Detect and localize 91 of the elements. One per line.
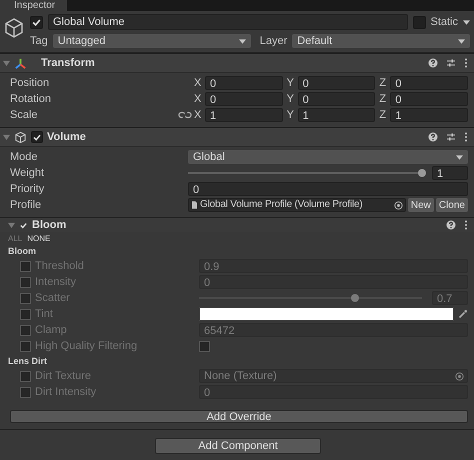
mode-dropdown[interactable]: Global xyxy=(188,150,468,164)
number-field[interactable]: 1 xyxy=(390,108,468,122)
help-icon[interactable] xyxy=(428,132,438,142)
eyedropper-icon[interactable] xyxy=(458,309,468,319)
layer-dropdown[interactable]: Default xyxy=(292,34,470,48)
foldout-icon[interactable] xyxy=(8,222,15,228)
number-field[interactable]: 1 xyxy=(432,166,468,180)
static-checkbox[interactable] xyxy=(413,16,426,28)
number-field[interactable]: 0 xyxy=(205,76,283,90)
property-label: Scale xyxy=(10,109,39,121)
property-label: Clamp xyxy=(35,324,68,336)
property-label: High Quality Filtering xyxy=(35,340,138,352)
property-label: Dirt Texture xyxy=(35,370,92,382)
tag-label: Tag xyxy=(30,35,48,47)
number-field[interactable]: 1 xyxy=(205,108,283,122)
enabled-checkbox[interactable] xyxy=(31,131,43,143)
inspector-tab[interactable]: Inspector xyxy=(0,0,68,11)
axis-label: X xyxy=(194,93,202,105)
axis-label: Z xyxy=(379,109,388,121)
tag-dropdown[interactable]: Untagged xyxy=(52,34,251,48)
add-component-button[interactable]: Add Component xyxy=(155,438,321,454)
preset-icon[interactable] xyxy=(446,58,456,68)
property-label: Mode xyxy=(10,151,39,163)
cube-icon xyxy=(14,130,27,144)
volume-header[interactable]: Volume xyxy=(0,127,474,147)
profile-button[interactable]: New xyxy=(408,198,434,212)
static-label: Static xyxy=(430,16,458,28)
number-field[interactable]: 0 xyxy=(390,76,468,90)
add-override-button[interactable]: Add Override xyxy=(10,410,468,423)
property-label: Priority xyxy=(10,183,46,195)
axis-label: Z xyxy=(379,93,388,105)
override-checkbox[interactable] xyxy=(20,370,31,382)
property-label: Scatter xyxy=(35,292,71,304)
override-checkbox[interactable] xyxy=(20,324,31,336)
caret-icon xyxy=(456,154,463,160)
menu-icon[interactable] xyxy=(464,58,468,68)
foldout-icon[interactable] xyxy=(3,134,10,140)
object-field[interactable]: Global Volume Profile (Volume Profile) xyxy=(188,198,406,212)
property-label: Intensity xyxy=(35,276,77,288)
menu-icon[interactable] xyxy=(464,220,468,230)
override-checkbox[interactable] xyxy=(20,386,31,398)
transform-header[interactable]: Transform xyxy=(0,53,474,73)
property-label: Position xyxy=(10,77,50,89)
none-link[interactable]: NONE xyxy=(27,234,50,242)
slider[interactable] xyxy=(199,292,422,304)
checkbox[interactable] xyxy=(199,340,210,352)
caret-icon[interactable] xyxy=(463,20,470,24)
file-icon xyxy=(192,201,197,209)
property-label: Rotation xyxy=(10,93,52,105)
axes-icon xyxy=(14,56,27,70)
active-checkbox[interactable] xyxy=(30,16,43,28)
caret-icon xyxy=(458,38,465,44)
enabled-checkbox[interactable] xyxy=(19,220,28,230)
property-label: Tint xyxy=(35,308,54,320)
number-field[interactable]: 0 xyxy=(205,92,283,106)
property-label: Weight xyxy=(10,167,46,179)
name-field[interactable]: Global Volume xyxy=(48,14,408,30)
override-header[interactable]: Bloom xyxy=(0,217,474,232)
link-icon[interactable] xyxy=(178,110,192,120)
override-checkbox[interactable] xyxy=(20,276,31,288)
axis-label: Z xyxy=(379,77,388,89)
override-checkbox[interactable] xyxy=(20,308,31,320)
group-title: Bloom xyxy=(8,245,37,258)
object-picker-icon[interactable] xyxy=(394,200,403,210)
override-checkbox[interactable] xyxy=(20,340,31,352)
override-checkbox[interactable] xyxy=(20,292,31,304)
axis-label: X xyxy=(194,109,202,121)
caret-icon xyxy=(238,38,246,44)
group-title: Lens Dirt xyxy=(8,355,48,368)
number-field[interactable]: 0 xyxy=(390,92,468,106)
help-icon[interactable] xyxy=(446,220,456,230)
axis-label: X xyxy=(194,77,202,89)
layer-label: Layer xyxy=(260,35,288,47)
axis-label: Y xyxy=(286,93,295,105)
menu-icon[interactable] xyxy=(464,132,468,142)
axis-label: Y xyxy=(286,109,295,121)
color-field[interactable] xyxy=(199,307,454,321)
number-field[interactable]: 0 xyxy=(298,76,376,90)
help-icon[interactable] xyxy=(428,58,438,68)
property-label: Dirt Intensity xyxy=(35,386,98,398)
number-field[interactable]: 0 xyxy=(188,182,468,196)
foldout-icon[interactable] xyxy=(3,60,10,66)
number-field[interactable]: 0 xyxy=(298,92,376,106)
object-picker-icon[interactable] xyxy=(455,372,464,380)
profile-button[interactable]: Clone xyxy=(436,198,468,212)
preset-icon[interactable] xyxy=(446,132,456,142)
number-field[interactable]: 1 xyxy=(298,108,376,122)
override-checkbox[interactable] xyxy=(20,260,31,272)
property-label: Threshold xyxy=(35,260,85,272)
axis-label: Y xyxy=(286,77,295,89)
property-label: Profile xyxy=(10,199,42,211)
